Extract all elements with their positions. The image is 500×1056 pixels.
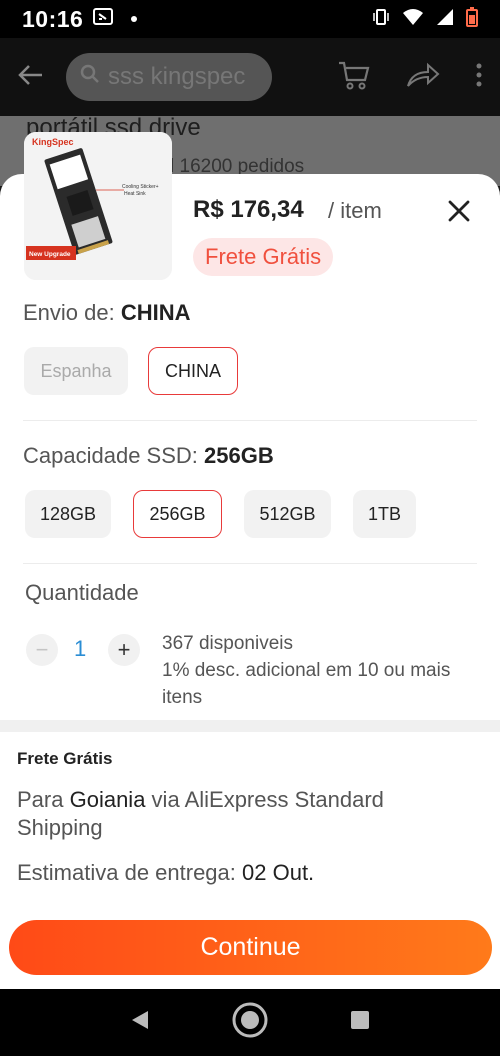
delivery-estimate: Estimativa de entrega: 02 Out. — [17, 860, 314, 886]
new-upgrade-tag: New Upgrade — [29, 251, 71, 258]
shipping-city: Goiania — [69, 787, 146, 812]
android-navigation-bar — [0, 989, 500, 1056]
status-bar: 10:16 — [0, 0, 500, 38]
shipping-to-prefix: Para — [17, 787, 70, 812]
bulk-discount-note: 1% desc. adicional em 10 ou mais itens — [162, 660, 451, 708]
nav-recents-icon[interactable] — [350, 1010, 370, 1035]
app-header: sss kingspec — [0, 38, 500, 116]
price-unit: / item — [328, 198, 382, 223]
shipping-title: Frete Grátis — [17, 749, 113, 768]
cast-icon — [93, 7, 114, 31]
brand-logo-text: KingSpec — [32, 137, 74, 147]
signal-icon — [436, 8, 454, 31]
capacity-option-1tb[interactable]: 1TB — [353, 490, 416, 538]
ship-from-option-espanha[interactable]: Espanha — [24, 347, 128, 395]
share-icon[interactable] — [406, 62, 440, 93]
wifi-icon — [402, 8, 424, 31]
search-query: sss kingspec — [108, 63, 246, 90]
search-bar[interactable]: sss kingspec — [66, 53, 272, 101]
notification-dot-icon — [131, 16, 138, 22]
price: R$ 176,34 — [193, 196, 304, 223]
quantity-label: Quantidade — [25, 580, 139, 605]
ship-from-heading: Envio de: CHINA — [23, 300, 191, 326]
battery-icon — [466, 6, 478, 32]
delivery-estimate-date: 02 Out. — [242, 860, 315, 885]
cart-icon[interactable] — [338, 60, 370, 95]
search-icon — [80, 63, 100, 91]
svg-text:Heat Sink: Heat Sink — [124, 191, 146, 197]
capacity-label: Capacidade SSD: — [23, 443, 198, 468]
vibrate-icon — [372, 8, 390, 31]
capacity-option-512gb[interactable]: 512GB — [244, 490, 331, 538]
capacity-heading: Capacidade SSD: 256GB — [23, 443, 274, 469]
sku-selection-sheet: KingSpec Cooling Sticker+ Heat Sink New … — [0, 132, 500, 989]
divider — [23, 563, 477, 564]
quantity-increase-button[interactable]: + — [108, 634, 140, 666]
back-arrow-icon[interactable] — [18, 64, 44, 91]
close-icon[interactable] — [444, 196, 474, 226]
divider — [23, 420, 477, 421]
free-shipping-badge: Frete Grátis — [193, 238, 334, 276]
nav-back-icon[interactable] — [130, 1009, 150, 1036]
svg-text:Cooling Sticker+: Cooling Sticker+ — [122, 184, 159, 190]
quantity-decrease-button[interactable]: − — [26, 634, 58, 666]
capacity-value: 256GB — [204, 443, 274, 468]
more-options-icon[interactable] — [476, 63, 482, 92]
delivery-estimate-label: Estimativa de entrega: — [17, 860, 243, 885]
continue-button[interactable]: Continue — [9, 920, 492, 975]
section-separator — [0, 720, 500, 732]
stock-available: 367 disponiveis — [162, 633, 293, 654]
stock-info: 367 disponiveis 1% desc. adicional em 10… — [162, 630, 462, 711]
shipping-destination[interactable]: Para Goiania via AliExpress Standard Shi… — [17, 786, 457, 842]
quantity-value[interactable]: 1 — [74, 636, 86, 662]
ship-from-value: CHINA — [120, 300, 191, 325]
ship-from-label: Envio de: — [23, 300, 115, 325]
capacity-option-128gb[interactable]: 128GB — [25, 490, 111, 538]
status-time: 10:16 — [22, 5, 84, 32]
ship-from-option-china[interactable]: CHINA — [148, 347, 238, 395]
capacity-option-256gb[interactable]: 256GB — [133, 490, 222, 538]
nav-home-icon[interactable] — [230, 1000, 270, 1045]
product-thumbnail: KingSpec Cooling Sticker+ Heat Sink New … — [24, 132, 172, 280]
